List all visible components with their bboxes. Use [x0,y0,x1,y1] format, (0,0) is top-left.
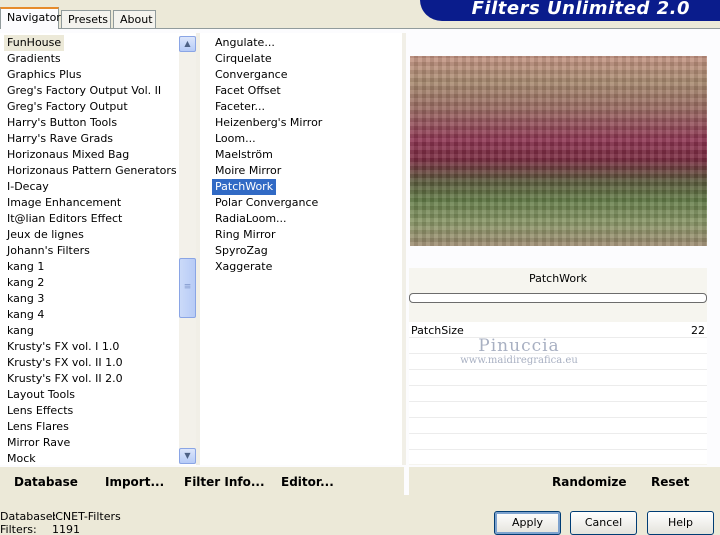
database-button[interactable]: Database [14,475,78,489]
parameter-row-empty [409,418,707,434]
filter-item[interactable]: SpyroZag [215,243,268,259]
filters-count: 1191 [52,523,80,535]
category-item[interactable]: Krusty's FX vol. I 1.0 [7,339,119,355]
grip-icon: ≡ [183,282,192,292]
category-item[interactable]: Layout Tools [7,387,75,403]
chevron-up-icon: ▲ [184,39,191,48]
parameter-row-empty [409,434,707,450]
database-label: Database: [0,510,57,523]
category-list[interactable]: FunHouse Gradients Graphics Plus Greg's Fac… [0,33,196,465]
filter-item[interactable]: Angulate... [215,35,275,51]
banner-title: Filters Unlimited 2.0 [471,0,690,19]
filter-item[interactable]: Moire Mirror [215,163,281,179]
tab-presets[interactable]: Presets [61,10,111,29]
watermark-url: www.maidiregrafica.eu [460,355,578,366]
filter-item[interactable]: Maelström [215,147,273,163]
filter-item[interactable]: Xaggerate [215,259,272,275]
filter-item[interactable]: Polar Convergance [215,195,318,211]
cancel-button[interactable]: Cancel [570,511,637,535]
category-item[interactable]: I-Decay [7,179,49,195]
parameter-row-empty [409,402,707,418]
title-banner: Filters Unlimited 2.0 [420,0,720,21]
filter-info-button[interactable]: Filter Info... [184,475,265,489]
preview-image [410,56,707,246]
category-item[interactable]: kang 4 [7,307,44,323]
editor-button[interactable]: Editor... [281,475,334,489]
watermark: Pinuccia www.maidiregrafica.eu [449,336,589,366]
chevron-down-icon: ▼ [184,451,191,460]
category-item[interactable]: Horizonaus Pattern Generators [7,163,177,179]
randomize-button[interactable]: Randomize [552,475,626,489]
watermark-name: Pinuccia [478,336,560,356]
category-item[interactable]: Harry's Button Tools [7,115,117,131]
database-info: Database: ICNET-Filters [0,510,121,523]
tab-strip: Navigator Presets About [0,0,400,29]
category-item[interactable]: Krusty's FX vol. II 2.0 [7,371,123,387]
column-divider [402,33,406,465]
category-item[interactable]: Krusty's FX vol. II 1.0 [7,355,123,371]
category-item[interactable]: Lens Flares [7,419,69,435]
category-list-scrollbar[interactable]: ▲ ≡ ▼ [179,36,196,464]
filter-item[interactable]: Ring Mirror [215,227,276,243]
category-item[interactable]: kang 3 [7,291,44,307]
filters-label: Filters: [0,523,37,535]
database-value: ICNET-Filters [52,510,121,523]
filter-item[interactable]: Loom... [215,131,256,147]
apply-button[interactable]: Apply [494,511,561,535]
filter-item[interactable]: Faceter... [215,99,265,115]
parameter-row-empty [409,386,707,402]
reset-button[interactable]: Reset [651,475,689,489]
category-item[interactable]: kang [7,323,34,339]
filter-item[interactable]: Facet Offset [215,83,281,99]
filter-item[interactable]: Convergance [215,67,288,83]
category-item[interactable]: Harry's Rave Grads [7,131,113,147]
tab-navigator[interactable]: Navigator [0,7,61,29]
category-item[interactable]: kang 1 [7,259,44,275]
category-item[interactable]: Greg's Factory Output [7,99,128,115]
category-item[interactable]: Horizonaus Mixed Bag [7,147,129,163]
scroll-thumb[interactable]: ≡ [179,258,196,318]
category-item[interactable]: Image Enhancement [7,195,121,211]
category-item[interactable]: FunHouse [4,35,65,51]
selected-filter-name: PatchWork [528,272,588,285]
category-item[interactable]: Mirror Rave [7,435,70,451]
category-item[interactable]: Graphics Plus [7,67,81,83]
parameter-row-empty [409,370,707,386]
filters-info: Filters: 1191 [0,523,80,535]
tab-about[interactable]: About [113,10,156,29]
progress-bar [409,293,707,303]
category-item[interactable]: It@lian Editors Effect [7,211,122,227]
category-item[interactable]: Lens Effects [7,403,73,419]
filter-item[interactable]: Heizenberg's Mirror [215,115,322,131]
scroll-up-button[interactable]: ▲ [179,36,196,52]
filter-item[interactable]: RadiaLoom... [215,211,287,227]
filter-item[interactable]: PatchWork [212,179,277,195]
category-item[interactable]: Gradients [7,51,61,67]
category-item[interactable]: Greg's Factory Output Vol. II [7,83,161,99]
filter-list[interactable]: Angulate... Cirquelate Convergance Facet Of… [200,33,402,465]
category-item[interactable]: Mock [7,451,36,465]
category-item[interactable]: Johann's Filters [7,243,90,259]
category-item[interactable]: kang 2 [7,275,44,291]
import-button[interactable]: Import... [105,475,164,489]
scroll-down-button[interactable]: ▼ [179,448,196,464]
help-button[interactable]: Help [647,511,714,535]
filter-item[interactable]: Cirquelate [215,51,272,67]
category-item[interactable]: Jeux de lignes [7,227,84,243]
parameter-value[interactable]: 22 [691,324,705,337]
